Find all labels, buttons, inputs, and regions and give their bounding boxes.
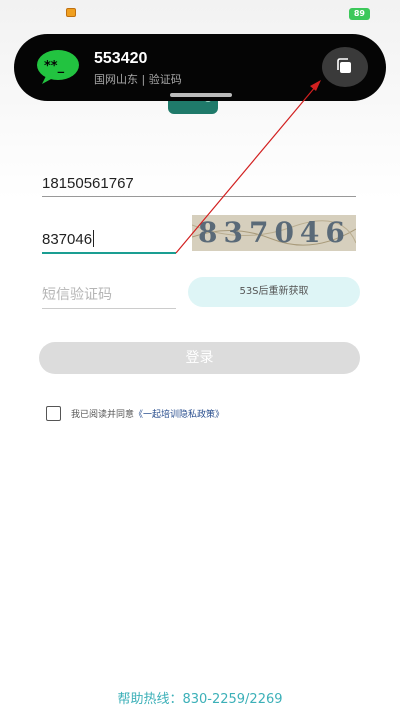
phone-input-value: 18150561767	[42, 175, 134, 192]
sms-code-placeholder: 短信验证码	[42, 287, 112, 303]
message-icon: **_	[37, 50, 79, 84]
notification-subtitle: 国网山东 | 验证码	[94, 73, 182, 86]
battery-indicator: 89	[348, 8, 370, 20]
agreement-checkbox[interactable]	[46, 406, 61, 421]
text-caret	[93, 230, 95, 247]
captcha-image[interactable]: 837046	[192, 215, 356, 251]
captcha-text: 837046	[198, 216, 351, 249]
help-hotline: 帮助热线：830-2259/2269	[117, 692, 283, 707]
phone-input[interactable]: 18150561767	[42, 175, 356, 197]
captcha-input[interactable]: 837046	[42, 230, 176, 254]
resend-code-button[interactable]: 53S后重新获取	[188, 277, 360, 307]
captcha-input-value: 837046	[42, 231, 93, 248]
svg-text:**_: **_	[44, 59, 65, 74]
sms-code-input[interactable]: 短信验证码	[42, 284, 176, 309]
copy-icon	[337, 58, 351, 73]
island-handle	[170, 93, 232, 97]
sms-notification-banner[interactable]: **_ 553420 国网山东 | 验证码	[14, 34, 386, 101]
agreement-text: 我已阅读并同意《一起培训隐私政策》	[71, 407, 224, 420]
status-bar: 89	[0, 0, 400, 28]
privacy-policy-link[interactable]: 《一起培训隐私政策》	[134, 410, 224, 420]
notification-title: 553420	[94, 50, 148, 67]
agreement-prefix: 我已阅读并同意	[71, 410, 135, 420]
login-button[interactable]: 登录	[39, 342, 360, 374]
copy-code-button[interactable]	[322, 47, 368, 87]
notification-app-icon	[66, 8, 76, 17]
